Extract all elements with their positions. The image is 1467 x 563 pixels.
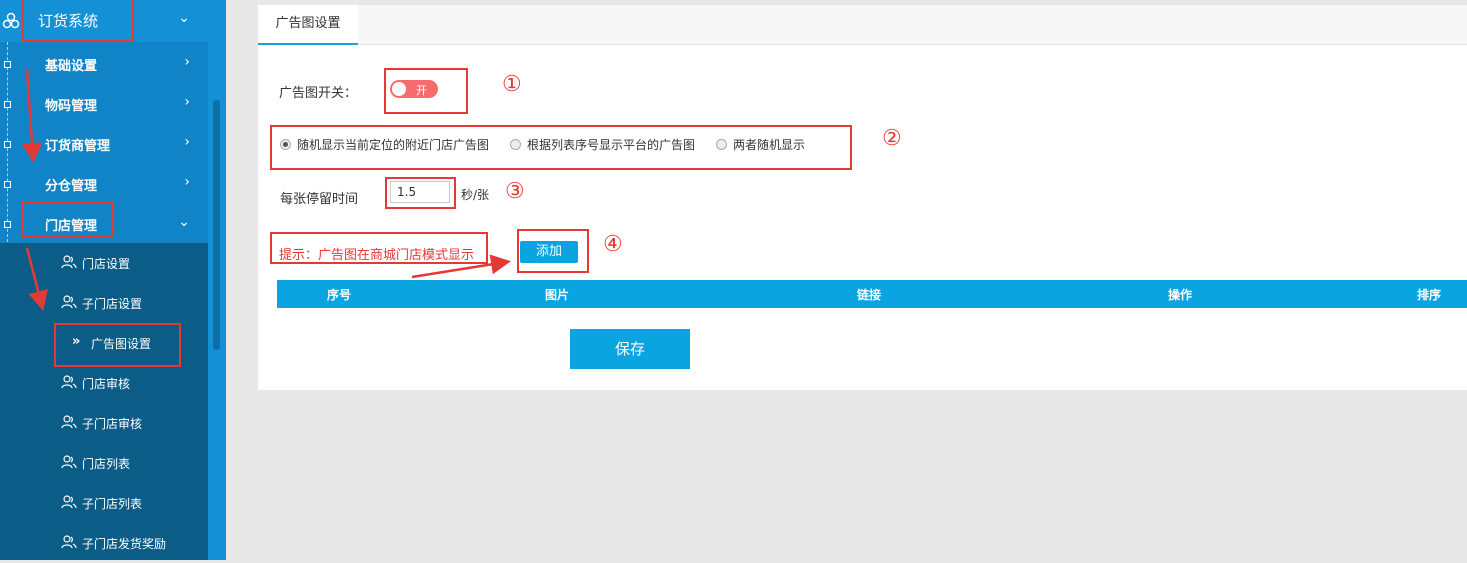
arrow-icon [25, 247, 48, 311]
arrow-icon [22, 69, 42, 163]
arrow-icon [411, 254, 511, 279]
annotation-arrows [22, 69, 511, 311]
